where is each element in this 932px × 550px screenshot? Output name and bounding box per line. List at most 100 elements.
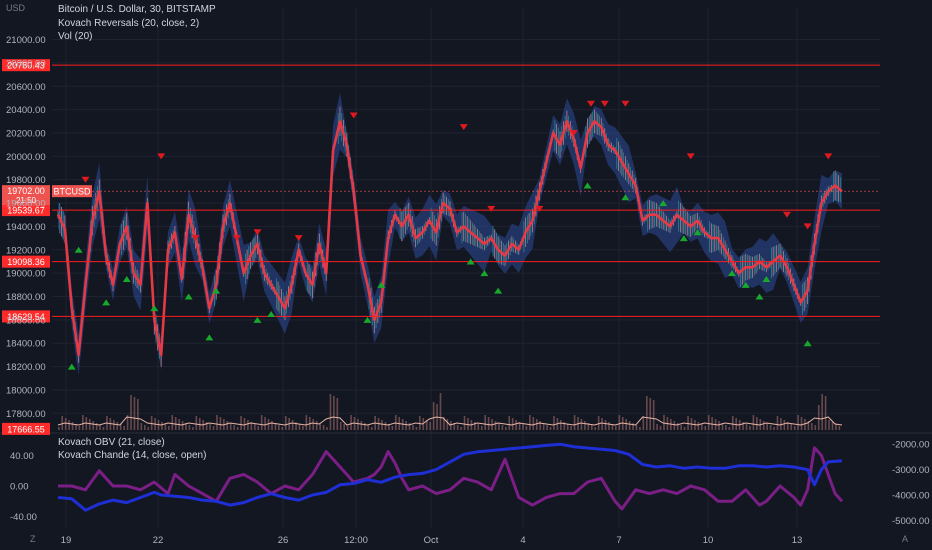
volume-bar bbox=[360, 421, 363, 430]
volume-bar bbox=[164, 424, 167, 430]
volume-bar bbox=[339, 422, 342, 430]
volume-bar bbox=[762, 421, 765, 430]
volume-bar bbox=[676, 423, 679, 430]
volume-bar bbox=[608, 422, 610, 430]
volume-bar bbox=[745, 424, 748, 430]
legend-kovach-chande: Kovach Chande (14, close, open) bbox=[58, 450, 207, 461]
buy-signal-triangle bbox=[494, 287, 503, 294]
volume-bar bbox=[405, 421, 407, 430]
volume-bar bbox=[429, 422, 431, 430]
sell-signal-triangle bbox=[782, 211, 791, 218]
volume-bar bbox=[790, 424, 793, 430]
chande-tick-label: -40.00 bbox=[10, 512, 37, 523]
volume-bar bbox=[123, 426, 125, 430]
volume-bar bbox=[61, 416, 64, 430]
price-tick-label: 18800.00 bbox=[6, 292, 46, 303]
volume-bar bbox=[511, 418, 514, 430]
volume-bar bbox=[216, 415, 218, 430]
volume-bar bbox=[663, 415, 665, 430]
volume-bar bbox=[529, 415, 531, 430]
volume-bar bbox=[58, 427, 60, 430]
volume-bar bbox=[446, 419, 449, 430]
volume-bar bbox=[281, 427, 284, 430]
time-tick-label: 13 bbox=[792, 535, 803, 546]
volume-bar bbox=[456, 425, 459, 430]
volume-bar bbox=[594, 427, 597, 430]
volume-bar bbox=[267, 419, 270, 430]
volume-bar bbox=[505, 427, 507, 430]
volume-bar bbox=[171, 415, 174, 430]
volume-bar bbox=[553, 416, 555, 430]
timezone-button[interactable]: Z bbox=[30, 534, 36, 544]
volume-bar bbox=[113, 420, 115, 430]
volume-bar bbox=[659, 426, 662, 430]
volume-bar bbox=[219, 417, 222, 430]
volume-bar bbox=[769, 425, 772, 430]
volume-bar bbox=[628, 421, 631, 430]
volume-bar bbox=[625, 419, 627, 430]
volume-bar bbox=[477, 424, 480, 430]
legend-symbol: Bitcoin / U.S. Dollar, 30, BITSTAMP bbox=[58, 4, 216, 15]
volume-bar bbox=[835, 424, 837, 430]
volume-bar bbox=[394, 415, 397, 430]
volume-bar bbox=[467, 418, 469, 430]
volume-bar bbox=[824, 396, 827, 430]
volume-bar bbox=[731, 416, 734, 430]
volume-bar bbox=[381, 420, 383, 430]
last-price-label: 19702.00 bbox=[7, 186, 45, 196]
volume-bar bbox=[350, 415, 352, 430]
volume-bar bbox=[439, 393, 442, 430]
buy-signal-triangle bbox=[150, 305, 159, 312]
volume-bar bbox=[229, 423, 232, 430]
volume-bar bbox=[800, 417, 803, 430]
volume-bar bbox=[174, 417, 177, 430]
price-tick-label: 18200.00 bbox=[6, 362, 46, 373]
volume-bar bbox=[704, 426, 707, 430]
buy-signal-triangle bbox=[205, 334, 214, 341]
volume-bar bbox=[192, 427, 194, 430]
volume-bar bbox=[68, 420, 70, 430]
volume-bar bbox=[683, 427, 686, 430]
volume-bar bbox=[776, 416, 779, 430]
volume-bar bbox=[412, 425, 414, 430]
volume-bar bbox=[150, 416, 153, 430]
bottom-level-label: 17666.55 bbox=[7, 424, 45, 434]
volume-bar bbox=[814, 425, 817, 430]
volume-bar bbox=[247, 420, 249, 430]
volume-bar bbox=[78, 426, 81, 430]
time-tick-label: 26 bbox=[278, 535, 289, 546]
legend-kovach-obv: Kovach OBV (21, close) bbox=[58, 437, 165, 448]
volume-bar bbox=[639, 427, 641, 430]
volume-bar bbox=[735, 418, 738, 430]
auto-scale-button[interactable]: A bbox=[902, 534, 908, 544]
volume-bar bbox=[92, 421, 94, 430]
volume-bar bbox=[584, 421, 586, 430]
volume-bar bbox=[766, 423, 768, 430]
volume-bar bbox=[133, 397, 136, 430]
volume-bar bbox=[278, 425, 280, 430]
volume-bar bbox=[391, 426, 394, 430]
volume-bar bbox=[831, 422, 834, 430]
volume-bar bbox=[811, 423, 813, 430]
volume-bar bbox=[367, 425, 370, 430]
volume-bar bbox=[601, 418, 603, 430]
volume-bar bbox=[673, 421, 676, 430]
chart-canvas[interactable]: 20780.4319539.6719098.3618629.5417666.55… bbox=[0, 0, 932, 550]
volume-bar bbox=[546, 425, 548, 430]
volume-bar bbox=[140, 423, 143, 430]
volume-bar bbox=[102, 427, 105, 430]
volume-bar bbox=[284, 416, 287, 430]
volume-bar bbox=[130, 395, 132, 430]
price-tick-label: 20200.00 bbox=[6, 128, 46, 139]
volume-bar bbox=[797, 415, 799, 430]
volume-bar bbox=[773, 427, 775, 430]
volume-bar bbox=[697, 422, 700, 430]
buy-signal-triangle bbox=[583, 182, 592, 189]
volume-bar bbox=[264, 417, 266, 430]
volume-bar bbox=[463, 416, 466, 430]
volume-bar bbox=[408, 423, 411, 430]
volume-bar bbox=[384, 422, 387, 430]
volume-bar bbox=[635, 425, 638, 430]
volume-bar bbox=[181, 421, 184, 430]
sell-signal-triangle bbox=[294, 235, 303, 242]
